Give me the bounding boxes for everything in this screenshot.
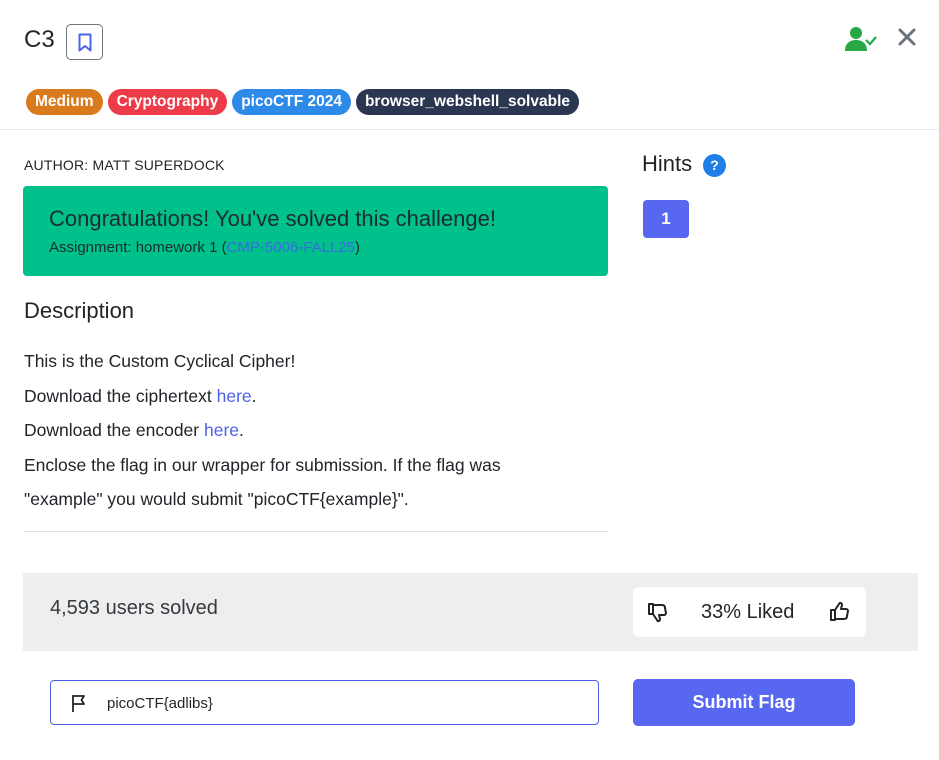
description-line: Download the encoder here. bbox=[24, 413, 584, 448]
flag-input[interactable] bbox=[107, 687, 577, 719]
assignment-line: Assignment: homework 1 (CMP-5006-FALL25) bbox=[49, 239, 360, 256]
solved-count: 4,593 users solved bbox=[50, 597, 218, 619]
course-link[interactable]: CMP-5006-FALL25 bbox=[227, 239, 355, 256]
webshell-tag[interactable]: browser_webshell_solvable bbox=[355, 89, 580, 115]
description-heading: Description bbox=[24, 298, 135, 323]
ciphertext-download-link[interactable]: here bbox=[217, 386, 252, 406]
description-line: Download the ciphertext here. bbox=[24, 379, 584, 414]
encoder-download-link[interactable]: here bbox=[204, 420, 239, 440]
tag-list: Medium Cryptography picoCTF 2024 browser… bbox=[26, 89, 580, 115]
liked-percentage: 33% Liked bbox=[701, 601, 795, 623]
thumbs-up-icon[interactable] bbox=[829, 601, 851, 623]
assignment-suffix: ) bbox=[354, 239, 360, 256]
solved-banner: Congratulations! You've solved this chal… bbox=[23, 186, 608, 276]
description-line: This is the Custom Cyclical Cipher! bbox=[24, 351, 296, 371]
submit-flag-button[interactable]: Submit Flag bbox=[633, 679, 855, 726]
stats-bar: 4,593 users solved 33% Liked bbox=[23, 573, 918, 651]
ciphertext-text: Download the ciphertext bbox=[24, 385, 217, 406]
difficulty-tag[interactable]: Medium bbox=[26, 89, 103, 115]
flag-icon bbox=[72, 695, 85, 712]
bookmark-icon bbox=[78, 33, 91, 51]
description-line: Enclose the flag in our wrapper for subm… bbox=[24, 454, 501, 510]
author-label: AUTHOR: MATT SUPERDOCK bbox=[24, 157, 225, 173]
flag-input-container bbox=[50, 680, 599, 725]
description-body: This is the Custom Cyclical Cipher! Down… bbox=[24, 344, 584, 517]
help-icon[interactable]: ? bbox=[703, 154, 726, 177]
event-tag[interactable]: picoCTF 2024 bbox=[232, 89, 351, 115]
challenge-header: C3 Medium Cryptography picoCTF 2024 brow… bbox=[0, 0, 939, 130]
encoder-text: Download the encoder bbox=[24, 420, 204, 440]
category-tag[interactable]: Cryptography bbox=[107, 89, 228, 115]
like-widget: 33% Liked bbox=[633, 587, 866, 637]
user-check-icon[interactable] bbox=[845, 26, 877, 52]
close-icon[interactable] bbox=[896, 26, 918, 48]
solved-banner-title: Congratulations! You've solved this chal… bbox=[49, 206, 496, 231]
thumbs-down-icon[interactable] bbox=[647, 601, 669, 623]
divider bbox=[23, 531, 608, 532]
hint-button-1[interactable]: 1 bbox=[643, 200, 689, 238]
assignment-prefix: Assignment: homework 1 ( bbox=[49, 239, 227, 256]
period: . bbox=[239, 420, 244, 440]
hints-heading: Hints bbox=[642, 151, 693, 176]
challenge-title: C3 bbox=[24, 26, 55, 53]
period: . bbox=[251, 385, 257, 406]
bookmark-button[interactable] bbox=[66, 24, 103, 60]
